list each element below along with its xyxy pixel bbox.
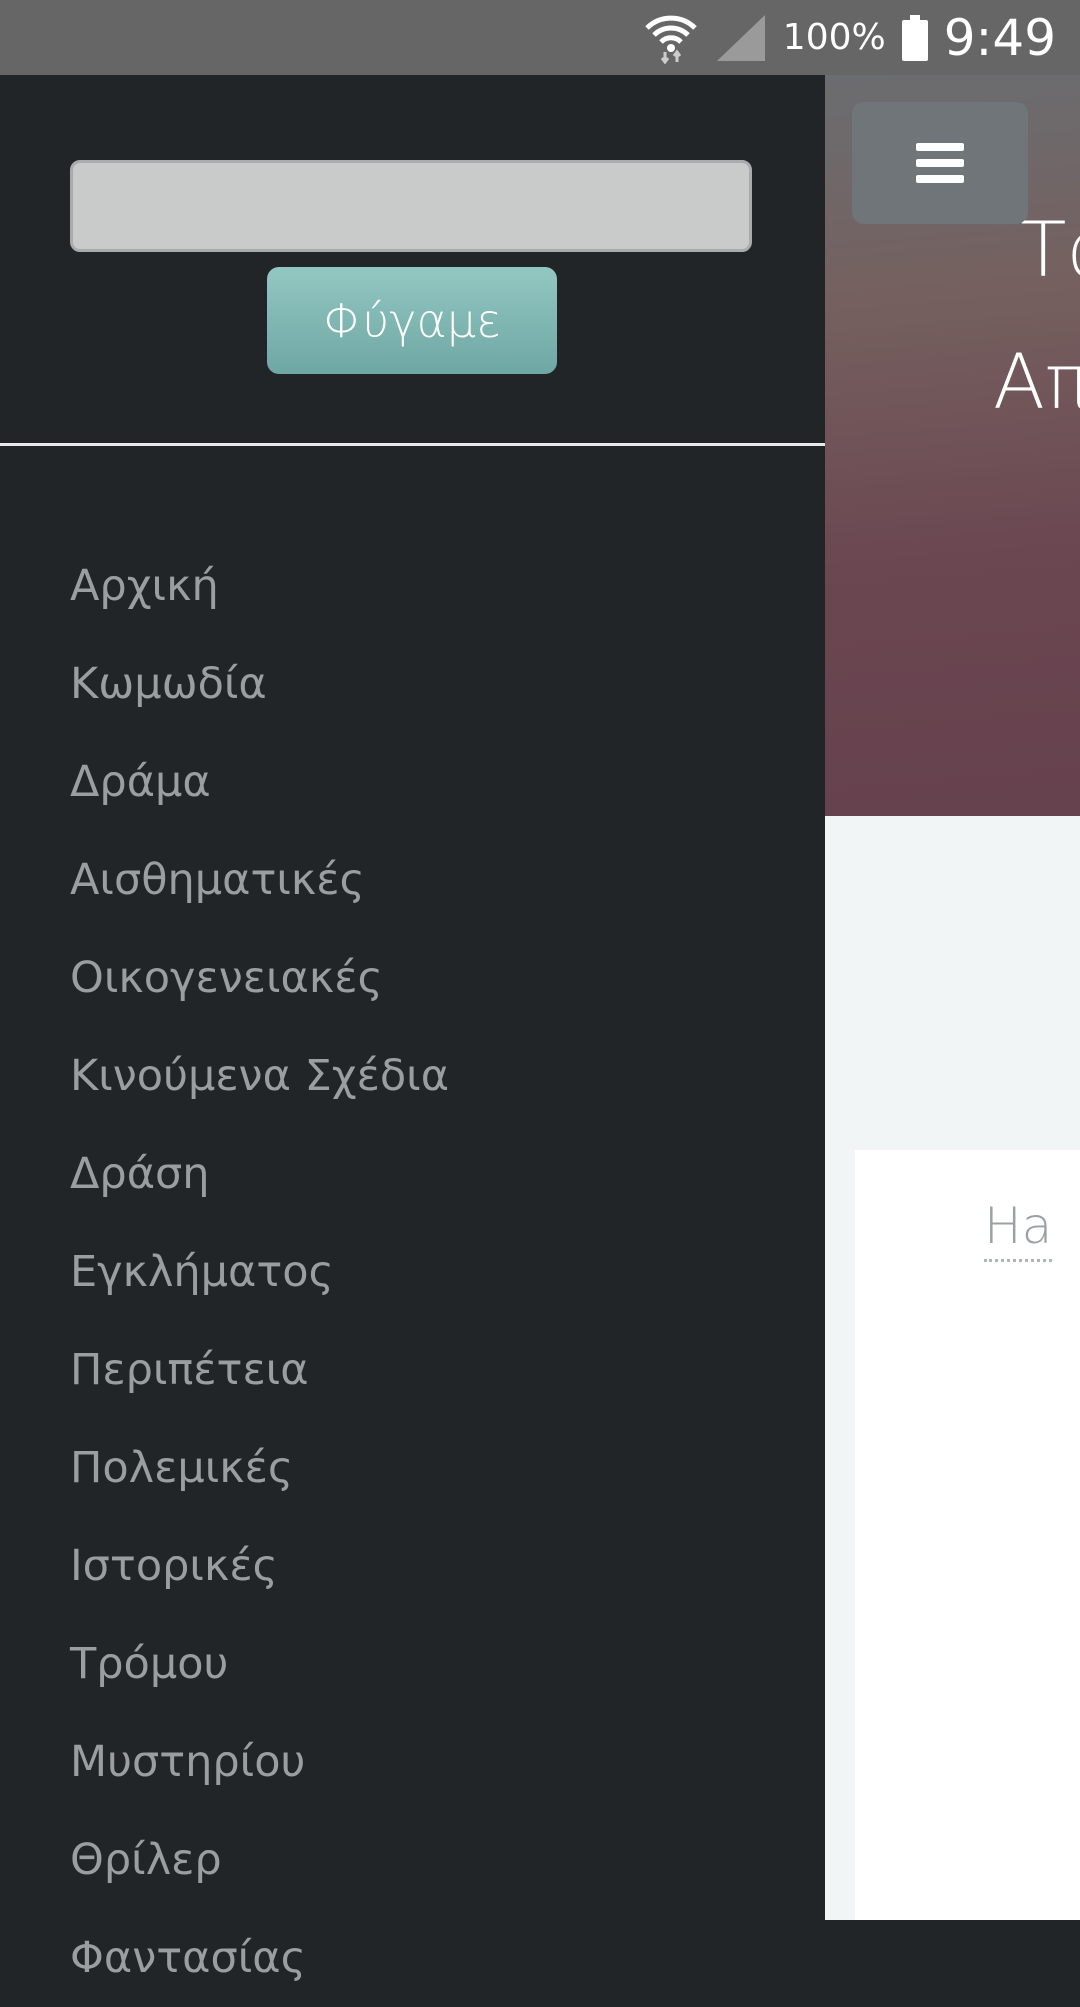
battery-percent: 100% (782, 17, 886, 58)
wifi-icon (645, 15, 697, 64)
navigation-drawer: Φύγαμε Αρχική Κωμωδία Δράμα Αισθηματικές… (0, 75, 825, 1983)
menu-item-family[interactable]: Οικογενειακές (0, 929, 449, 1027)
menu-item-drama[interactable]: Δράμα (0, 733, 449, 831)
menu-item-war[interactable]: Πολεμικές (0, 1419, 449, 1517)
menu-item-mystery[interactable]: Μυστηρίου (0, 1713, 449, 1811)
menu-item-thriller[interactable]: Θρίλερ (0, 1811, 449, 1909)
menu-toggle-button[interactable] (852, 102, 1028, 224)
menu-item-horror[interactable]: Τρόμου (0, 1615, 449, 1713)
menu-item-home[interactable]: Αρχική (0, 537, 449, 635)
menu-item-romance[interactable]: Αισθηματικές (0, 831, 449, 929)
menu-item-fantasy[interactable]: Φαντασίας (0, 1909, 449, 2007)
hamburger-icon-bar (916, 159, 964, 167)
menu-item-animation[interactable]: Κινούμενα Σχέδια (0, 1027, 449, 1125)
drawer-divider (0, 443, 825, 446)
main-page: Τα Απ Ha (825, 75, 1080, 1920)
hamburger-icon-bar (916, 175, 964, 183)
hamburger-icon (916, 143, 964, 151)
menu-item-action[interactable]: Δράση (0, 1125, 449, 1223)
battery-icon (901, 14, 928, 61)
content-card (855, 1150, 1080, 1920)
menu-item-history[interactable]: Ιστορικές (0, 1517, 449, 1615)
search-button[interactable]: Φύγαμε (267, 267, 557, 374)
clock: 9:49 (943, 8, 1056, 67)
hero-title-line1: Τα (1020, 205, 1080, 294)
menu-item-adventure[interactable]: Περιπέτεια (0, 1321, 449, 1419)
hero-title-line2: Απ (993, 337, 1080, 426)
menu-item-comedy[interactable]: Κωμωδία (0, 635, 449, 733)
category-menu: Αρχική Κωμωδία Δράμα Αισθηματικές Οικογε… (0, 537, 449, 2007)
menu-item-crime[interactable]: Εγκλήματος (0, 1223, 449, 1321)
hero-banner: Τα Απ (825, 75, 1080, 816)
status-bar: 100% 9:49 (0, 0, 1080, 75)
status-icons: 100% 9:49 (627, 0, 1056, 75)
card-link[interactable]: Ha (984, 1197, 1053, 1262)
search-input[interactable] (70, 160, 752, 252)
cell-signal-icon (716, 14, 765, 61)
